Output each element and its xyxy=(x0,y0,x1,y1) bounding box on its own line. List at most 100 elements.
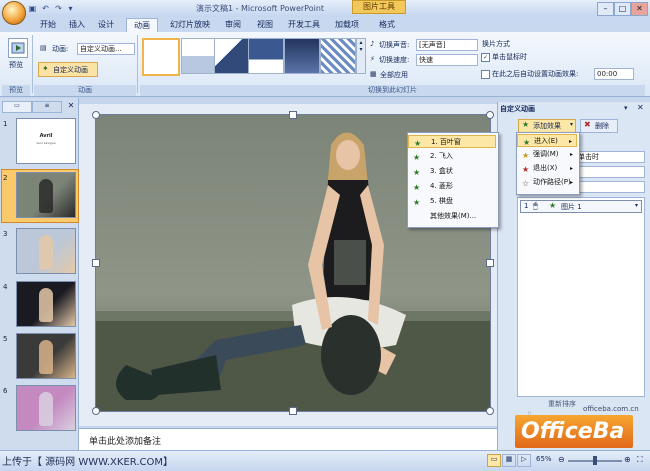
entrance-effect-item[interactable]: ★ 4. 菱形 xyxy=(408,180,496,193)
sound-label: 切换声音: xyxy=(379,41,410,49)
transition-dissolve[interactable] xyxy=(320,38,356,74)
zoom-out-icon[interactable]: ⊖ xyxy=(558,455,565,464)
submenu-arrow-icon: ▸ xyxy=(569,165,573,172)
transition-fade[interactable] xyxy=(181,38,217,74)
maximize-button[interactable]: □ xyxy=(614,2,631,16)
tab-home[interactable]: 开始 xyxy=(35,18,61,31)
tab-developer[interactable]: 开发工具 xyxy=(285,18,323,31)
resize-handle[interactable] xyxy=(92,407,100,415)
thumb-title: Avril xyxy=(39,133,53,139)
slide-thumbnail[interactable] xyxy=(16,333,76,379)
office-button[interactable] xyxy=(2,1,26,25)
fit-window-icon[interactable]: ⛶ xyxy=(637,455,643,465)
animate-select[interactable]: 自定义动画... xyxy=(77,43,135,55)
zoom-thumb[interactable] xyxy=(593,456,597,465)
entrance-effect-icon: ★ xyxy=(414,139,422,148)
sorter-view-icon[interactable]: ▦ xyxy=(502,454,516,467)
submenu-arrow-icon: ▸ xyxy=(569,151,573,158)
transition-gallery-scroll[interactable]: ▴ ▾ xyxy=(356,38,366,74)
star-outline-icon: ☆ xyxy=(522,179,530,188)
thumb-figure xyxy=(39,340,53,374)
slide-thumbnail[interactable] xyxy=(16,172,76,218)
transition-group-label: 切换到此幻灯片 xyxy=(140,85,645,96)
transition-cut-black[interactable] xyxy=(284,38,320,74)
pane-options-icon[interactable]: ▾ xyxy=(624,104,628,112)
auto-advance-time[interactable]: 00:00 xyxy=(594,68,634,80)
transition-fade-black[interactable] xyxy=(214,38,250,74)
remove-button[interactable]: 删除 ✖ xyxy=(580,119,618,133)
add-effect-button[interactable]: 添加效果 ★ ▾ xyxy=(518,119,576,133)
slide-thumbnail[interactable] xyxy=(16,281,76,327)
entrance-effect-label: 2. 飞入 xyxy=(430,152,453,160)
start-select[interactable]: 单击时 xyxy=(575,151,645,163)
tab-addins[interactable]: 加载项 xyxy=(330,18,364,31)
transition-cut[interactable] xyxy=(248,38,284,74)
item-dropdown-icon[interactable]: ▾ xyxy=(635,202,638,209)
entrance-effect-item[interactable]: ★ 3. 盒状 xyxy=(408,165,496,178)
slideshow-view-icon[interactable]: ▷ xyxy=(517,454,531,467)
auto-advance-checkbox[interactable] xyxy=(481,70,490,79)
entrance-effect-icon: ★ xyxy=(413,153,421,162)
on-click-checkbox[interactable]: ✓ xyxy=(481,53,490,62)
entrance-effect-item[interactable]: 其他效果(M)... xyxy=(408,210,496,223)
tab-review[interactable]: 审阅 xyxy=(220,18,246,31)
preview-icon[interactable] xyxy=(8,38,28,58)
preview-button[interactable]: 预览 xyxy=(9,60,23,70)
slide-thumbnail[interactable] xyxy=(16,385,76,431)
speed-effect-select[interactable] xyxy=(575,181,645,193)
tab-animations[interactable]: 动画 xyxy=(126,18,158,33)
animation-list-item[interactable]: 1 🖱 ★ 图片 1 ▾ xyxy=(520,200,642,213)
outline-tab[interactable]: ≡ xyxy=(32,101,62,113)
minimize-button[interactable]: – xyxy=(597,2,614,16)
tab-design[interactable]: 设计 xyxy=(93,18,119,31)
effect-menu-item[interactable]: ★ 强调(M) ▸ xyxy=(517,148,577,161)
qat-dropdown-icon[interactable]: ▾ xyxy=(65,3,76,14)
entrance-effect-item[interactable]: ★ 5. 棋盘 xyxy=(408,195,496,208)
entrance-effect-item[interactable]: ★ 2. 飞入 xyxy=(408,150,496,163)
zoom-level[interactable]: 65% xyxy=(536,455,552,463)
resize-handle[interactable] xyxy=(92,111,100,119)
transition-none[interactable] xyxy=(142,38,180,76)
close-button[interactable]: ✕ xyxy=(631,2,648,16)
animation-item-number: 1 xyxy=(524,202,529,210)
apply-all-button[interactable]: 全部应用 xyxy=(380,70,408,80)
custom-animation-button[interactable]: 自定义动画 ✦ xyxy=(38,62,98,77)
slide-thumbnail[interactable]: Avril Avril Lavigne xyxy=(16,118,76,164)
resize-handle[interactable] xyxy=(289,111,297,119)
slides-tab[interactable]: ▭ xyxy=(2,101,32,113)
logo-url: officeba.com.cn xyxy=(583,405,639,413)
tab-insert[interactable]: 插入 xyxy=(64,18,90,31)
zoom-in-icon[interactable]: ⊕ xyxy=(624,455,631,464)
tab-slideshow[interactable]: 幻灯片放映 xyxy=(166,18,214,31)
tab-format[interactable]: 格式 xyxy=(370,18,404,31)
group-divider xyxy=(32,35,33,93)
tab-view[interactable]: 视图 xyxy=(252,18,278,31)
save-icon[interactable]: ▣ xyxy=(27,3,38,14)
entrance-effect-item[interactable]: ★ 1. 百叶窗 xyxy=(408,135,496,148)
window-title: 演示文稿1 - Microsoft PowerPoint xyxy=(195,4,325,13)
effect-menu-item[interactable]: ★ 退出(X) ▸ xyxy=(517,162,577,175)
notes-pane[interactable]: 单击此处添加备注 xyxy=(79,428,499,451)
animation-group-label: 动画 xyxy=(34,85,136,96)
apply-all-icon: ▦ xyxy=(370,70,377,78)
slide-thumbnail[interactable] xyxy=(16,228,76,274)
resize-handle[interactable] xyxy=(92,259,100,267)
sound-select[interactable]: [无声音] xyxy=(416,39,478,51)
normal-view-icon[interactable]: ▭ xyxy=(487,454,501,467)
effect-menu-item[interactable]: ★ 进入(E) ▸ xyxy=(517,134,577,147)
resize-handle[interactable] xyxy=(486,111,494,119)
speed-select[interactable]: 快速 xyxy=(416,54,478,66)
resize-handle[interactable] xyxy=(486,259,494,267)
close-pane-icon[interactable]: ✕ xyxy=(66,101,76,111)
property-select[interactable] xyxy=(575,166,645,178)
group-divider xyxy=(137,35,138,93)
redo-icon[interactable]: ↷ xyxy=(53,3,64,14)
entrance-effect-label: 5. 棋盘 xyxy=(430,197,453,205)
resize-handle[interactable] xyxy=(289,407,297,415)
watermark-text: 上传于【 源码网 WWW.XKER.COM】 xyxy=(2,457,174,468)
pane-close-icon[interactable]: ✕ xyxy=(637,103,644,112)
effect-menu-item[interactable]: ☆ 动作路径(P) ▸ xyxy=(517,176,577,189)
undo-icon[interactable]: ↶ xyxy=(40,3,51,14)
slide-number: 6 xyxy=(3,387,8,395)
resize-handle[interactable] xyxy=(486,407,494,415)
